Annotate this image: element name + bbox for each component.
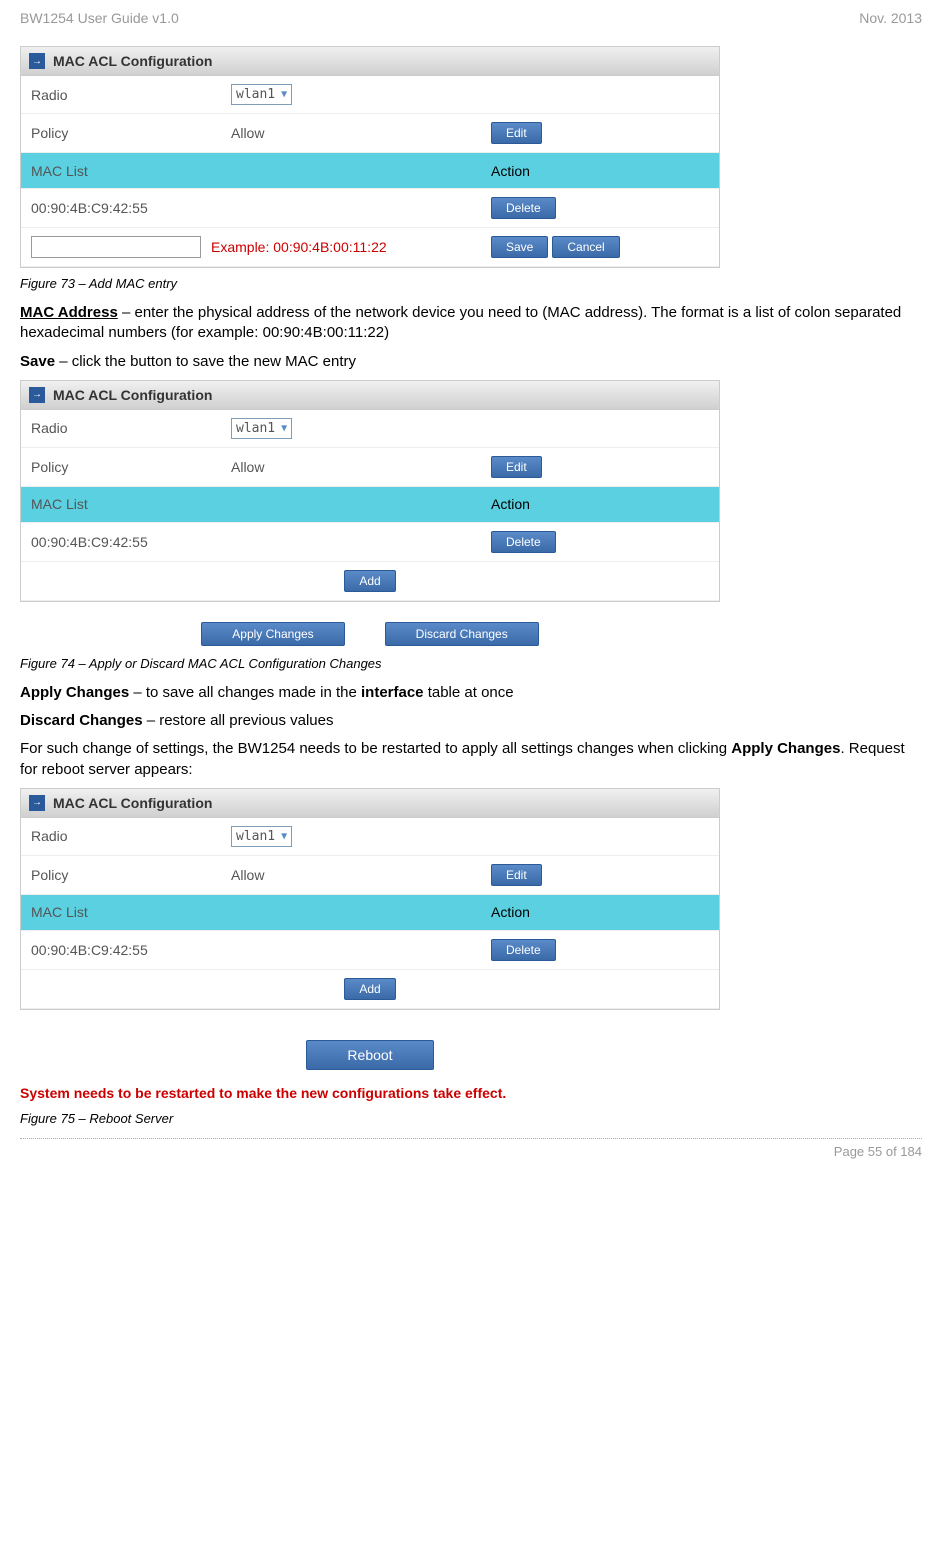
- panel-header: → MAC ACL Configuration: [21, 381, 719, 410]
- save-description: Save – click the button to save the new …: [20, 352, 922, 372]
- delete-button[interactable]: Delete: [491, 197, 556, 219]
- policy-row: Policy Allow Edit: [21, 448, 719, 487]
- header-right: Nov. 2013: [859, 10, 922, 26]
- panel-header: → MAC ACL Configuration: [21, 47, 719, 76]
- add-button[interactable]: Add: [344, 978, 395, 1000]
- maclist-header: MAC List: [31, 163, 491, 179]
- panel-header: → MAC ACL Configuration: [21, 789, 719, 818]
- radio-value: wlan1: [236, 421, 275, 436]
- figure-74-caption: Figure 74 – Apply or Discard MAC ACL Con…: [20, 656, 922, 671]
- figure-73-caption: Figure 73 – Add MAC entry: [20, 276, 922, 291]
- radio-select[interactable]: wlan1 ▼: [231, 826, 292, 847]
- maclist-header: MAC List: [31, 496, 491, 512]
- add-row: Add: [21, 562, 719, 601]
- mac-entry: 00:90:4B:C9:42:55: [31, 942, 491, 958]
- restart-note: For such change of settings, the BW1254 …: [20, 739, 922, 780]
- mac-address-description: MAC Address – enter the physical address…: [20, 303, 922, 344]
- chevron-down-icon: ▼: [281, 89, 287, 100]
- policy-label: Policy: [31, 459, 231, 475]
- panel-title: MAC ACL Configuration: [53, 795, 212, 811]
- mac-acl-panel-1: → MAC ACL Configuration Radio wlan1 ▼ Po…: [20, 46, 720, 268]
- chevron-down-icon: ▼: [281, 831, 287, 842]
- add-row: Add: [21, 970, 719, 1009]
- radio-row: Radio wlan1 ▼: [21, 76, 719, 114]
- cancel-button[interactable]: Cancel: [552, 236, 619, 258]
- figure-75-caption: Figure 75 – Reboot Server: [20, 1111, 922, 1126]
- radio-select[interactable]: wlan1 ▼: [231, 418, 292, 439]
- panel-title: MAC ACL Configuration: [53, 53, 212, 69]
- reboot-row: Reboot: [20, 1040, 720, 1070]
- apply-changes-button[interactable]: Apply Changes: [201, 622, 344, 646]
- mac-entry: 00:90:4B:C9:42:55: [31, 200, 491, 216]
- maclist-header-row: MAC List Action: [21, 895, 719, 931]
- header-left: BW1254 User Guide v1.0: [20, 10, 179, 26]
- mac-entry-row: 00:90:4B:C9:42:55 Delete: [21, 189, 719, 228]
- maclist-header-row: MAC List Action: [21, 153, 719, 189]
- edit-button[interactable]: Edit: [491, 864, 542, 886]
- policy-label: Policy: [31, 867, 231, 883]
- policy-row: Policy Allow Edit: [21, 114, 719, 153]
- chevron-down-icon: ▼: [281, 423, 287, 434]
- page-header: BW1254 User Guide v1.0 Nov. 2013: [20, 10, 922, 26]
- radio-label: Radio: [31, 828, 231, 844]
- arrow-right-icon: →: [29, 387, 45, 403]
- radio-row: Radio wlan1 ▼: [21, 818, 719, 856]
- policy-value: Allow: [231, 867, 491, 883]
- apply-changes-description: Apply Changes – to save all changes made…: [20, 683, 922, 703]
- radio-row: Radio wlan1 ▼: [21, 410, 719, 448]
- discard-changes-description: Discard Changes – restore all previous v…: [20, 711, 922, 731]
- policy-label: Policy: [31, 125, 231, 141]
- apply-discard-row: Apply Changes Discard Changes: [20, 622, 720, 646]
- edit-button[interactable]: Edit: [491, 122, 542, 144]
- mac-acl-panel-2: → MAC ACL Configuration Radio wlan1 ▼ Po…: [20, 380, 720, 602]
- policy-row: Policy Allow Edit: [21, 856, 719, 895]
- radio-value: wlan1: [236, 87, 275, 102]
- mac-entry-row: 00:90:4B:C9:42:55 Delete: [21, 931, 719, 970]
- arrow-right-icon: →: [29, 795, 45, 811]
- mac-entry-row: 00:90:4B:C9:42:55 Delete: [21, 523, 719, 562]
- action-header: Action: [491, 496, 709, 512]
- mac-input[interactable]: [31, 236, 201, 258]
- page-footer: Page 55 of 184: [20, 1138, 922, 1159]
- radio-value: wlan1: [236, 829, 275, 844]
- panel-title: MAC ACL Configuration: [53, 387, 212, 403]
- mac-entry: 00:90:4B:C9:42:55: [31, 534, 491, 550]
- maclist-header-row: MAC List Action: [21, 487, 719, 523]
- action-header: Action: [491, 163, 709, 179]
- example-text: Example: 00:90:4B:00:11:22: [211, 239, 387, 255]
- policy-value: Allow: [231, 125, 491, 141]
- policy-value: Allow: [231, 459, 491, 475]
- radio-select[interactable]: wlan1 ▼: [231, 84, 292, 105]
- add-button[interactable]: Add: [344, 570, 395, 592]
- radio-label: Radio: [31, 87, 231, 103]
- action-header: Action: [491, 904, 709, 920]
- discard-changes-button[interactable]: Discard Changes: [385, 622, 539, 646]
- restart-warning: System needs to be restarted to make the…: [20, 1085, 922, 1101]
- new-entry-row: Example: 00:90:4B:00:11:22 Save Cancel: [21, 228, 719, 267]
- delete-button[interactable]: Delete: [491, 531, 556, 553]
- delete-button[interactable]: Delete: [491, 939, 556, 961]
- maclist-header: MAC List: [31, 904, 491, 920]
- mac-acl-panel-3: → MAC ACL Configuration Radio wlan1 ▼ Po…: [20, 788, 720, 1010]
- edit-button[interactable]: Edit: [491, 456, 542, 478]
- arrow-right-icon: →: [29, 53, 45, 69]
- reboot-button[interactable]: Reboot: [306, 1040, 433, 1070]
- radio-label: Radio: [31, 420, 231, 436]
- save-button[interactable]: Save: [491, 236, 548, 258]
